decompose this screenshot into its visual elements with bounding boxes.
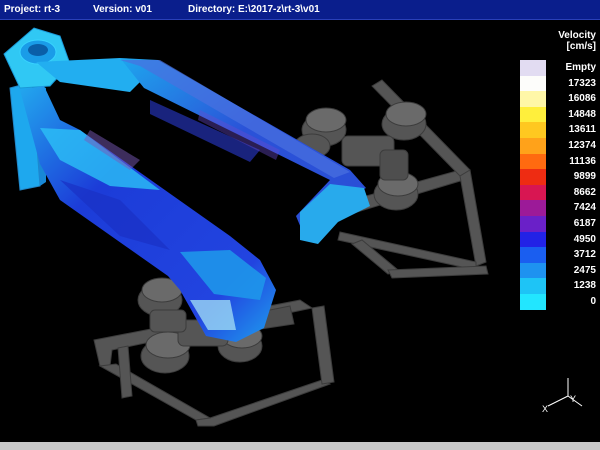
- legend-swatch: [520, 184, 546, 201]
- legend-swatch: [520, 278, 546, 295]
- axis-triad-icon: X Y: [542, 378, 583, 414]
- legend-label: 11136: [569, 155, 596, 167]
- legend-swatch: [520, 153, 546, 170]
- legend-label: Empty: [565, 62, 596, 73]
- status-bar: [0, 442, 600, 450]
- legend-label: 16086: [568, 93, 596, 105]
- project-label: Project: rt-3: [4, 4, 61, 15]
- legend-label: 0: [590, 296, 596, 307]
- legend-swatch: [520, 200, 546, 217]
- legend-label: 14848: [568, 108, 596, 120]
- legend-label: 2475: [573, 264, 596, 276]
- legend-swatch: [520, 294, 546, 310]
- axis-y-label: Y: [570, 394, 576, 404]
- legend-swatch: [520, 75, 546, 92]
- legend-swatch: [520, 262, 546, 279]
- legend-label: 17323: [568, 77, 596, 89]
- legend-swatch: [520, 60, 546, 76]
- legend-swatch: [520, 169, 546, 186]
- directory-label: Directory: E:\2017-z\rt-3\v01: [188, 4, 320, 15]
- legend-label: 4950: [573, 233, 596, 245]
- legend-swatch: [520, 247, 546, 264]
- casting-model: [3, 27, 489, 427]
- legend-label: 1238: [573, 280, 596, 292]
- simulation-viewport[interactable]: [0, 20, 600, 442]
- legend-label: 8662: [573, 186, 596, 198]
- axis-x-label: X: [542, 404, 548, 414]
- version-label: Version: v01: [93, 4, 152, 15]
- legend-label: 6187: [573, 218, 596, 229]
- legend-label: 13611: [568, 124, 596, 136]
- legend-quantity: Velocity: [558, 30, 596, 41]
- legend-swatch: [520, 122, 546, 139]
- legend-swatch: [520, 138, 546, 154]
- legend-title: Velocity [cm/s]: [540, 30, 596, 52]
- title-bar: Project: rt-3 Version: v01 Directory: E:…: [0, 0, 600, 20]
- upper-mold-fixture: [293, 79, 489, 279]
- legend-label: 12374: [568, 140, 596, 151]
- legend-unit: [cm/s]: [566, 41, 596, 52]
- legend-swatch: [520, 106, 546, 123]
- legend-label: 9899: [573, 171, 596, 183]
- legend-swatch: [520, 231, 546, 248]
- legend-swatch: [520, 91, 546, 108]
- legend-label: 3712: [573, 249, 596, 261]
- legend-label: 7424: [573, 202, 596, 214]
- velocity-color-scale: [520, 60, 546, 310]
- legend-swatch: [520, 216, 546, 232]
